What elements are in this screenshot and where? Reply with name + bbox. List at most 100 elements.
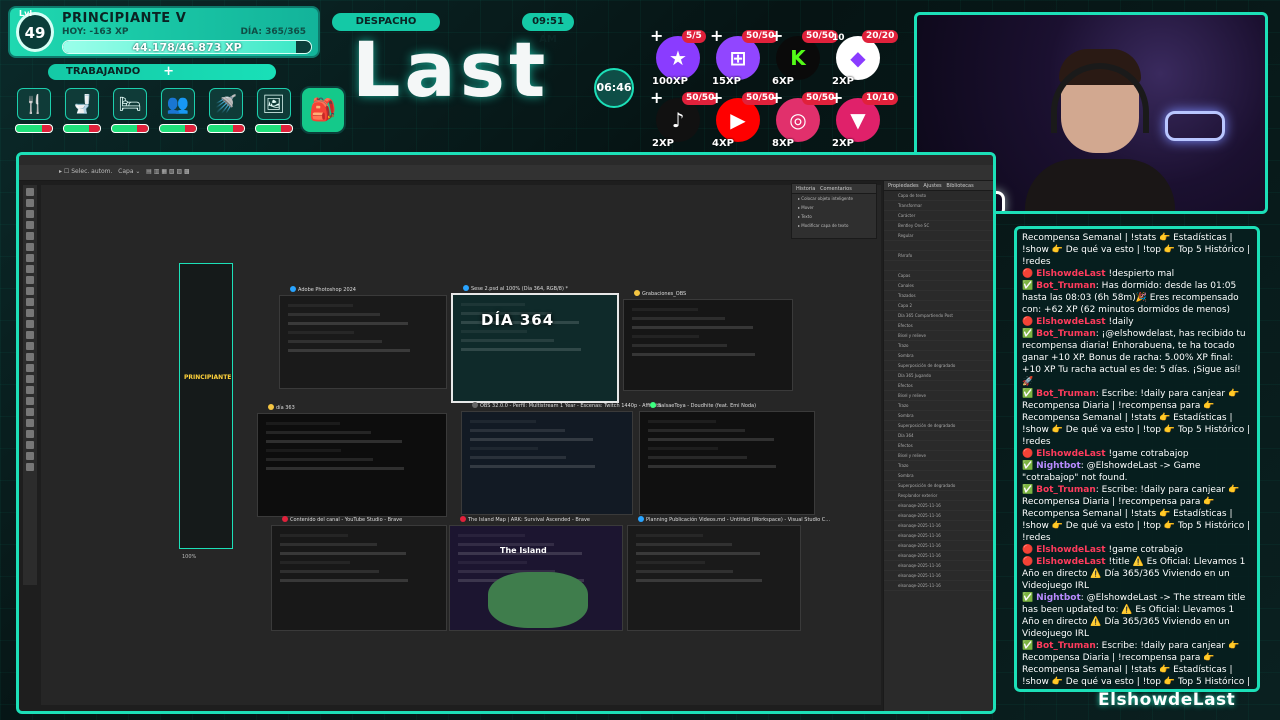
window-thumbnail[interactable]: OBS 32.0.0 - Perfil: Multistream 1 Year …	[461, 402, 661, 515]
window-thumbnail[interactable]: PRINCIPIANTE 100%	[179, 263, 233, 560]
layer-row[interactable]: elsonaqe-2025-11-16	[884, 571, 993, 581]
layer-row[interactable]: Transformar	[884, 201, 993, 211]
tool-icon[interactable]	[26, 386, 34, 394]
tool-icon[interactable]	[26, 353, 34, 361]
tool-icon[interactable]	[26, 320, 34, 328]
tool-icon[interactable]	[26, 188, 34, 196]
layer-row[interactable]: Día 365 Jugando	[884, 371, 993, 381]
layer-row[interactable]: elsonaqe-2025-11-16	[884, 531, 993, 541]
photoshop-menubar[interactable]	[19, 155, 993, 165]
tool-icon[interactable]	[26, 408, 34, 416]
window-thumbnail[interactable]: Adobe Photoshop 2024	[279, 286, 447, 389]
tool-icon[interactable]	[26, 441, 34, 449]
layer-row[interactable]: Capas	[884, 271, 993, 281]
layer-row[interactable]: Efectos	[884, 381, 993, 391]
tool-icon[interactable]	[26, 232, 34, 240]
chat-username[interactable]: ElshowdeLast	[1036, 557, 1106, 567]
layer-row[interactable]: Superposición de degradado	[884, 421, 993, 431]
photoshop-canvas[interactable]: Adobe Photoshop 2024 Sese 2.psd al 100% (…	[41, 185, 881, 705]
layer-row[interactable]: Efectos	[884, 321, 993, 331]
layer-row[interactable]: Regular	[884, 231, 993, 241]
tool-icon[interactable]	[26, 210, 34, 218]
layer-row[interactable]: Trazados	[884, 291, 993, 301]
chat-username[interactable]: Bot_Truman	[1036, 329, 1096, 339]
tool-icon[interactable]	[26, 221, 34, 229]
tool-icon[interactable]	[26, 298, 34, 306]
tool-icon[interactable]	[26, 419, 34, 427]
chat-username[interactable]: Bot_Truman	[1036, 641, 1096, 651]
chat-username[interactable]: ElshowdeLast	[1036, 545, 1106, 555]
chat-username[interactable]: Bot_Truman	[1036, 281, 1096, 291]
window-thumbnail[interactable]: Planning Publicación Videos.md - Untitle…	[627, 516, 830, 631]
layer-row[interactable]: Bisel y relieve	[884, 451, 993, 461]
tool-icon[interactable]	[26, 265, 34, 273]
properties-panel[interactable]: Propiedades Ajustes Bibliotecas Capa de …	[883, 181, 993, 711]
layer-row[interactable]: Efectos	[884, 441, 993, 451]
layer-row[interactable]: Párrafo	[884, 251, 993, 261]
layer-row[interactable]: Capa 2	[884, 301, 993, 311]
layer-row[interactable]: elsonaqe-2025-11-16	[884, 561, 993, 571]
layer-row[interactable]: Sombra	[884, 411, 993, 421]
layer-row[interactable]: elsonaqe-2025-11-16	[884, 551, 993, 561]
layer-row[interactable]: Bentley One SC	[884, 221, 993, 231]
layer-row[interactable]: Bisel y relieve	[884, 391, 993, 401]
photoshop-options-bar[interactable]: ▸ ☐ Selec. autom. Capa ⌄ ▤ ▥ ▦ ▧ ▨ ▩	[19, 165, 993, 181]
chat-username[interactable]: Bot_Truman	[1036, 485, 1096, 495]
tool-icon[interactable]	[26, 309, 34, 317]
tool-icon[interactable]	[26, 375, 34, 383]
need-utensils: 🍴	[14, 88, 55, 136]
tool-icon[interactable]	[26, 243, 34, 251]
layer-row[interactable]	[884, 261, 993, 271]
layer-row[interactable]: Carácter	[884, 211, 993, 221]
tool-icon[interactable]	[26, 287, 34, 295]
layer-row[interactable]: Trazo	[884, 341, 993, 351]
chat-username[interactable]: ElshowdeLast	[1036, 449, 1106, 459]
tool-icon[interactable]	[26, 364, 34, 372]
history-item[interactable]: ▸ Texto	[792, 212, 876, 221]
layer-row[interactable]: Trazo	[884, 461, 993, 471]
layer-row[interactable]: Trazo	[884, 401, 993, 411]
window-thumbnail[interactable]: The Island Map | ARK: Survival Ascended …	[449, 516, 623, 631]
tool-icon[interactable]	[26, 199, 34, 207]
window-thumbnail[interactable]: Grabaciones_OBS	[623, 290, 793, 391]
tool-icon[interactable]	[26, 254, 34, 262]
chat-username[interactable]: Nightbot	[1036, 593, 1081, 603]
layer-row[interactable]: Sombra	[884, 351, 993, 361]
tool-icon[interactable]	[26, 331, 34, 339]
layer-row[interactable]: Bisel y relieve	[884, 331, 993, 341]
photoshop-toolbar[interactable]	[23, 185, 37, 585]
history-item[interactable]: ▸ Mover	[792, 203, 876, 212]
window-preview: The Island	[452, 528, 620, 628]
layer-row[interactable]: Canales	[884, 281, 993, 291]
tool-icon[interactable]	[26, 463, 34, 471]
chat-username[interactable]: ElshowdeLast	[1036, 269, 1106, 279]
layer-row[interactable]: elsonaqe-2025-11-16	[884, 521, 993, 531]
layer-row[interactable]: Sombra	[884, 471, 993, 481]
layer-row[interactable]: Resplandor exterior	[884, 491, 993, 501]
tool-icon[interactable]	[26, 397, 34, 405]
tool-icon[interactable]	[26, 430, 34, 438]
layer-row[interactable]	[884, 241, 993, 251]
layer-row[interactable]: Superposición de degradado	[884, 481, 993, 491]
history-item[interactable]: ▸ Colocar objeto inteligente	[792, 194, 876, 203]
chat-username[interactable]: Bot_Truman	[1036, 389, 1096, 399]
chat-username[interactable]: ElshowdeLast	[1036, 317, 1106, 327]
chat-username[interactable]: Nightbot	[1036, 461, 1081, 471]
tool-icon[interactable]	[26, 342, 34, 350]
window-thumbnail[interactable]: Contenido del canal - YouTube Studio - B…	[271, 516, 447, 631]
history-item[interactable]: ▸ Modificar capa de texto	[792, 221, 876, 230]
layer-row[interactable]: Día 364	[884, 431, 993, 441]
layer-row[interactable]: Superposición de degradado	[884, 361, 993, 371]
layer-row[interactable]: elsonaqe-2025-11-16	[884, 541, 993, 551]
window-thumbnail[interactable]: SalsaeToya - Doudhite (feat. Emi Noda)	[639, 402, 815, 515]
tool-icon[interactable]	[26, 276, 34, 284]
window-thumbnail[interactable]: Sese 2.psd al 100% (Día 364, RGB/8) * DÍA…	[451, 285, 619, 403]
layer-row[interactable]: elsonaqe-2025-11-16	[884, 501, 993, 511]
layer-row[interactable]: Capa de texto	[884, 191, 993, 201]
tool-icon[interactable]	[26, 452, 34, 460]
layer-row[interactable]: Día 365 Compartiendo Post	[884, 311, 993, 321]
layer-row[interactable]: elsonaqe-2025-11-16	[884, 581, 993, 591]
window-thumbnail[interactable]: día 363	[257, 404, 447, 517]
history-panel[interactable]: Historia Comentarios ▸ Colocar objeto in…	[791, 183, 877, 239]
layer-row[interactable]: elsonaqe-2025-11-16	[884, 511, 993, 521]
